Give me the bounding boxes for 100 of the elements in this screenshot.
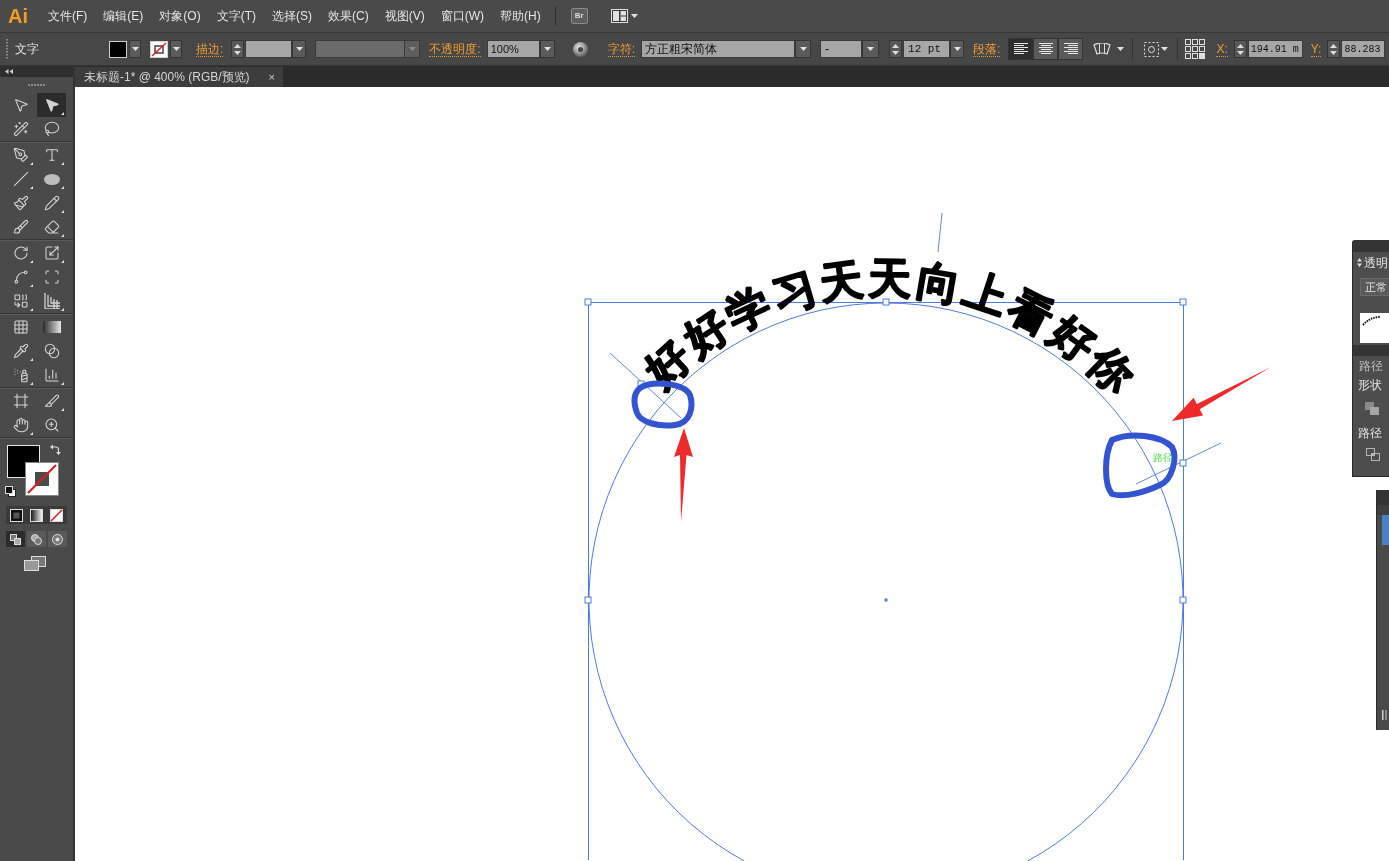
inner-circle-icon xyxy=(52,533,63,545)
align-button[interactable] xyxy=(1033,38,1059,60)
fill-stroke-swatch[interactable] xyxy=(5,443,61,498)
paintbrush-icon xyxy=(12,195,29,211)
rotate-icon xyxy=(12,245,29,261)
stroke-panel-link[interactable]: 描边: xyxy=(196,41,224,57)
spray-can-icon xyxy=(12,367,29,383)
magic-wand-icon xyxy=(12,121,29,137)
close-tab-button[interactable]: × xyxy=(268,71,275,83)
opacity-panel-link[interactable]: 不透明度: xyxy=(429,41,481,57)
align-center-icon xyxy=(1038,43,1053,55)
font-family-field[interactable]: 方正粗宋简体 xyxy=(641,40,796,58)
caret-down-icon xyxy=(630,14,638,18)
spline-icon xyxy=(12,269,29,285)
overlapping-squares-icon[interactable] xyxy=(1365,402,1379,415)
up-down-arrows-icon xyxy=(1330,43,1338,55)
flyout-triangle-icon xyxy=(30,358,33,361)
stroke-swatch[interactable] xyxy=(150,40,168,58)
hand-icon xyxy=(12,417,29,433)
app-logo: Ai xyxy=(8,6,28,26)
up-down-arrows-icon xyxy=(234,43,242,55)
flyout-triangle-icon xyxy=(30,432,33,435)
font-size-field[interactable]: 12 pt xyxy=(903,40,951,58)
menu-item[interactable]: 帮助(H) xyxy=(492,4,549,28)
menu-item[interactable]: 视图(V) xyxy=(376,4,433,28)
transform-button[interactable] xyxy=(1144,41,1169,57)
thumbnail-drawing xyxy=(1382,515,1389,545)
draw-mode-button[interactable] xyxy=(6,531,25,547)
flyout-triangle-icon xyxy=(61,382,64,385)
blend-mode-dropdown[interactable]: 正常 xyxy=(1360,278,1389,296)
outlined-squares-icon[interactable] xyxy=(1366,448,1380,461)
caret-down-icon xyxy=(131,47,139,51)
caret-down-icon xyxy=(953,47,961,51)
menu-item[interactable]: 窗口(W) xyxy=(432,4,492,28)
overlapping-circles-icon xyxy=(31,533,42,545)
menu-item[interactable]: 效果(C) xyxy=(320,4,377,28)
menu-item[interactable]: 文字(T) xyxy=(208,4,264,28)
font-style-field[interactable]: - xyxy=(820,40,863,58)
arc-text-button[interactable] xyxy=(1093,43,1125,55)
document-title: 未标题-1* @ 400% (RGB/预览) xyxy=(84,69,250,86)
color-button[interactable] xyxy=(8,507,25,523)
flyout-triangle-icon xyxy=(61,162,64,165)
stepper-button[interactable] xyxy=(1233,40,1247,58)
sphere-icon[interactable] xyxy=(572,41,588,57)
combine-icon xyxy=(12,293,29,309)
draw-mode-button[interactable] xyxy=(48,531,67,547)
x-position-field[interactable]: 194.91 m xyxy=(1247,40,1303,58)
dropdown-button[interactable] xyxy=(292,40,307,58)
bar-icon[interactable] xyxy=(1382,710,1387,720)
bridge-button[interactable]: Br xyxy=(570,8,588,24)
caret-down-icon xyxy=(543,47,551,51)
pencil-icon xyxy=(43,195,60,211)
character-panel-link[interactable]: 字符: xyxy=(607,41,636,57)
menu-item[interactable]: 文件(F) xyxy=(40,4,96,28)
blend-icon xyxy=(43,343,60,359)
reference-point-icon[interactable] xyxy=(1185,39,1206,59)
x-position-link[interactable]: X: xyxy=(1216,41,1228,57)
dropdown-button[interactable] xyxy=(795,40,812,58)
y-position-link[interactable]: Y: xyxy=(1310,41,1322,57)
dashed-frame-icon xyxy=(43,269,60,285)
flyout-triangle-icon xyxy=(30,260,33,263)
menu-item[interactable]: 选择(S) xyxy=(264,4,320,28)
menu-item[interactable]: 编辑(E) xyxy=(95,4,152,28)
dropdown-button[interactable] xyxy=(950,40,965,58)
gradient-button[interactable] xyxy=(28,507,45,523)
up-down-arrows-icon xyxy=(1236,43,1244,55)
stepper-button[interactable] xyxy=(889,40,903,58)
scale-icon xyxy=(43,245,60,261)
direct-selection-tool-button[interactable] xyxy=(37,93,66,117)
dropdown-button[interactable] xyxy=(129,40,141,58)
filled-pointer-icon xyxy=(43,97,60,113)
stepper-button[interactable] xyxy=(1327,40,1341,58)
workspace-button[interactable] xyxy=(610,9,638,23)
align-button[interactable] xyxy=(1008,38,1034,60)
menu-item[interactable]: 对象(O) xyxy=(151,4,209,28)
grid-icon xyxy=(12,319,29,335)
dropdown-button[interactable] xyxy=(170,40,182,58)
up-down-arrows-icon[interactable] xyxy=(1357,258,1362,267)
collapse-icon[interactable] xyxy=(5,69,13,74)
pathfinders-label: 路径 xyxy=(1358,426,1383,440)
align-right-icon xyxy=(1063,43,1078,55)
overlapping-squares-icon xyxy=(10,533,21,545)
y-position-field[interactable]: 88.283 xyxy=(1341,40,1386,58)
screen-mode-button[interactable] xyxy=(24,556,46,571)
stepper-button[interactable] xyxy=(231,40,245,58)
pathfinder-tab[interactable]: 路径 xyxy=(1359,359,1389,373)
default-colors-icon[interactable] xyxy=(5,486,16,497)
dropdown-button[interactable] xyxy=(862,40,880,58)
document-tab[interactable]: 未标题-1* @ 400% (RGB/预览) × xyxy=(75,67,283,87)
opacity-field[interactable]: 100% xyxy=(486,40,540,58)
align-button[interactable] xyxy=(1058,38,1084,60)
swap-arrows-icon[interactable] xyxy=(50,444,61,455)
ellipse-icon xyxy=(43,173,60,185)
stroke-weight-field[interactable] xyxy=(245,40,293,58)
transparency-tab[interactable]: 透明 xyxy=(1364,256,1388,269)
none-button[interactable] xyxy=(48,507,65,523)
paragraph-panel-link[interactable]: 段落: xyxy=(973,41,1001,57)
gradient-swatch-icon xyxy=(30,508,43,522)
fill-swatch[interactable] xyxy=(109,40,127,58)
eraser-icon xyxy=(43,219,60,235)
